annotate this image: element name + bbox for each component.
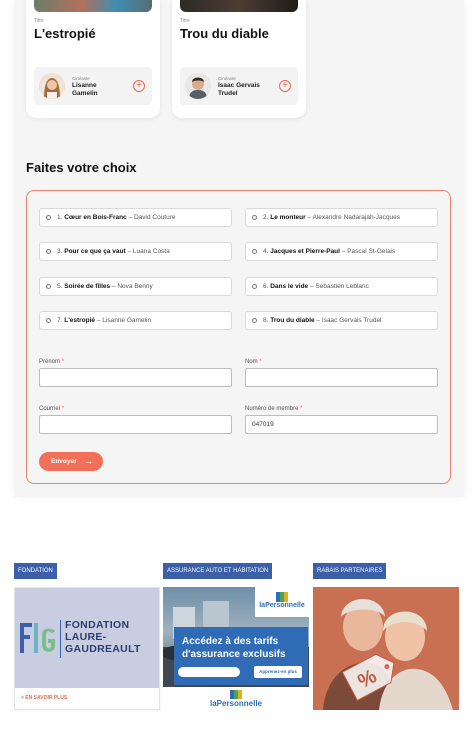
author-box: Cinéaste Lisanne Gamelin + — [34, 67, 152, 105]
option-title: L'estropié — [64, 317, 96, 324]
film-thumbnail — [34, 0, 152, 12]
brand-logo-footer: laPersonnelle — [163, 688, 309, 708]
film-title: L'estropié — [34, 26, 96, 41]
learn-more-button[interactable]: Apprenez-en plus — [254, 666, 302, 678]
plus-circle-icon[interactable]: + — [133, 80, 145, 92]
partner-logos — [178, 667, 240, 677]
option-6[interactable]: 6. Dans le vide – Sebastien Leblanc — [245, 277, 438, 296]
option-title: Cœur en Bois-Franc — [64, 214, 127, 221]
option-author: – Nova Benny — [111, 283, 153, 290]
title-label: Titre — [34, 18, 44, 24]
film-thumbnail — [180, 0, 298, 12]
org-name-line1: FONDATION — [65, 619, 130, 631]
radio-button[interactable] — [252, 318, 257, 323]
option-1[interactable]: 1. Cœur en Bois-Franc – David Couture — [39, 208, 232, 227]
submit-button[interactable]: Envoyer → — [39, 452, 103, 471]
nom-field[interactable] — [245, 368, 438, 387]
option-number: 1. — [57, 214, 63, 221]
option-number: 2. — [263, 214, 269, 221]
radio-button[interactable] — [46, 284, 51, 289]
option-author: – Pascal St-Gelais — [341, 248, 396, 255]
option-title: Pour ce que ça vaut — [64, 248, 126, 255]
option-number: 5. — [57, 283, 63, 290]
author-box: Cinéaste Isaac Gervais Trudel + — [180, 67, 298, 105]
option-number: 6. — [263, 283, 269, 290]
title-label: Titre — [180, 18, 190, 24]
promo-card[interactable]: FONDATION LAURE- GAUDREAULT > EN SAVOIR … — [14, 587, 160, 710]
author-name: Isaac Gervais Trudel — [218, 82, 260, 97]
option-author: – Alexandre Nadarajah-Jacques — [307, 214, 400, 221]
choice-heading: Faites votre choix — [26, 160, 137, 175]
promo-tag: ASSURANCE AUTO ET HABITATION — [163, 563, 273, 579]
vote-form: 1. Cœur en Bois-Franc – David Couture 2.… — [26, 190, 451, 484]
org-name-line2: LAURE- — [65, 631, 107, 643]
option-title: Jacques et Pierre-Paul — [270, 248, 340, 255]
film-card-estropie[interactable]: Titre L'estropié Cinéaste Lisanne Gameli… — [26, 0, 160, 118]
author-label: Cinéaste — [218, 76, 236, 81]
radio-button[interactable] — [46, 249, 51, 254]
film-card-trou-du-diable[interactable]: Titre Trou du diable Cinéaste Isaac Gerv… — [172, 0, 306, 118]
option-3[interactable]: 3. Pour ce que ça vaut – Luana Costa — [39, 242, 232, 261]
prenom-label: Prénom * — [39, 359, 65, 365]
option-author: – David Couture — [128, 214, 176, 221]
option-author: – Sebastien Leblanc — [309, 283, 369, 290]
radio-button[interactable] — [252, 249, 257, 254]
option-7[interactable]: 7. L'estropié – Lisanne Gamelin — [39, 311, 232, 330]
option-4[interactable]: 4. Jacques et Pierre-Paul – Pascal St-Ge… — [245, 242, 438, 261]
option-number: 7. — [57, 317, 63, 324]
option-number: 8. — [263, 317, 269, 324]
option-author: – Isaac Gervais Trudel — [316, 317, 382, 324]
plus-circle-icon[interactable]: + — [279, 80, 291, 92]
radio-button[interactable] — [252, 284, 257, 289]
radio-button[interactable] — [252, 215, 257, 220]
option-title: Soirée de filles — [64, 283, 111, 290]
ad-headline-line2: d'assurance exclusifs — [182, 649, 286, 660]
option-number: 3. — [57, 248, 63, 255]
arrow-right-icon: → — [84, 456, 93, 466]
author-label: Cinéaste — [72, 76, 90, 81]
promo-image[interactable]: % — [313, 587, 459, 710]
option-5[interactable]: 5. Soirée de filles – Nova Benny — [39, 277, 232, 296]
avatar — [185, 73, 211, 99]
option-title: Trou du diable — [270, 317, 315, 324]
email-field[interactable] — [39, 415, 232, 434]
promo-tag: RABAIS PARTENAIRES — [313, 563, 387, 579]
radio-button[interactable] — [46, 215, 51, 220]
option-2[interactable]: 2. Le monteur – Alexandre Nadarajah-Jacq… — [245, 208, 438, 227]
avatar — [39, 73, 65, 99]
option-number: 4. — [263, 248, 269, 255]
option-author: – Lisanne Gamelin — [96, 317, 152, 324]
learn-more-link[interactable]: > EN SAVOIR PLUS — [21, 695, 67, 701]
promo-tag: FONDATION — [14, 563, 57, 579]
option-8[interactable]: 8. Trou du diable – Isaac Gervais Trudel — [245, 311, 438, 330]
courriel-label: Courriel * — [39, 406, 65, 412]
member-number-field[interactable] — [245, 415, 438, 434]
submit-label: Envoyer — [51, 458, 77, 465]
brand-logo: laPersonnelle — [255, 589, 309, 609]
promo-image: laPersonnelle Accédez à des tarifs d'ass… — [163, 587, 309, 687]
promo-card[interactable]: laPersonnelle Accédez à des tarifs d'ass… — [163, 587, 309, 710]
promo-image: FONDATION LAURE- GAUDREAULT — [15, 588, 159, 688]
option-title: Dans le vide — [270, 283, 309, 290]
prenom-field[interactable] — [39, 368, 232, 387]
option-author: – Luana Costa — [127, 248, 170, 255]
ad-banner: Accédez à des tarifs d'assurance exclusi… — [174, 627, 308, 685]
author-name: Lisanne Gamelin — [72, 82, 98, 97]
nom-label: Nom * — [245, 359, 262, 365]
membre-label: Numéro de membre * — [245, 406, 303, 412]
option-title: Le monteur — [270, 214, 306, 221]
film-title: Trou du diable — [180, 26, 269, 41]
ad-headline-line1: Accédez à des tarifs — [182, 636, 279, 647]
radio-button[interactable] — [46, 318, 51, 323]
org-name-line3: GAUDREAULT — [65, 643, 141, 655]
fondation-logo-icon — [20, 623, 55, 653]
